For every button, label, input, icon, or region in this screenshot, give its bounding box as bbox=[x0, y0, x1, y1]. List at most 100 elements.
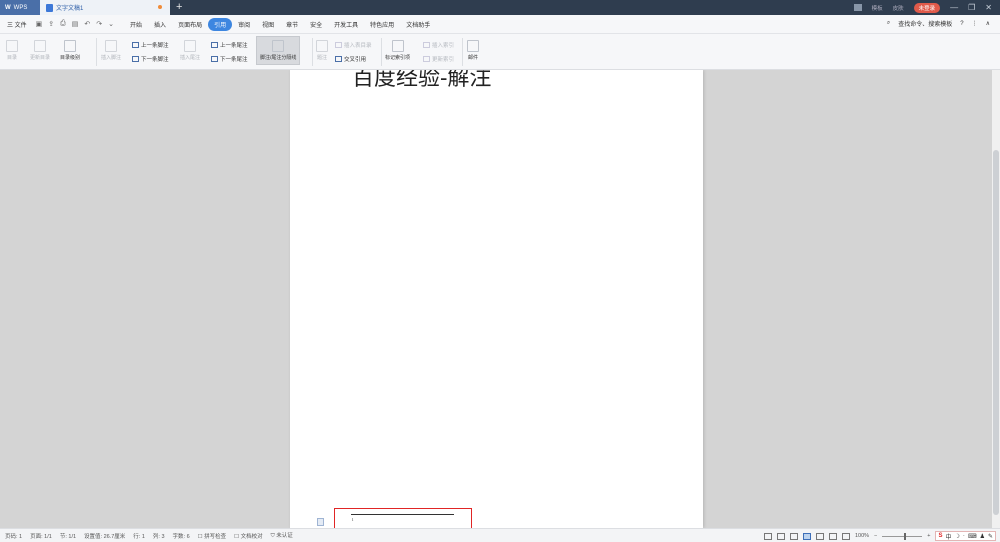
page-view-icon[interactable] bbox=[802, 532, 811, 540]
prev-footnote-icon bbox=[132, 42, 139, 48]
update-toc-label: 更新目录 bbox=[30, 55, 51, 61]
tab-insert[interactable]: 插入 bbox=[148, 18, 172, 31]
reading-view-icon[interactable] bbox=[776, 532, 785, 540]
ime-language[interactable]: 中 bbox=[946, 532, 952, 541]
wps-app-label: WPS bbox=[13, 4, 28, 11]
tab-developer[interactable]: 开发工具 bbox=[328, 18, 364, 31]
status-word-count[interactable]: 字数: 6 bbox=[173, 532, 190, 540]
command-search[interactable]: 查找命令、搜索模板 bbox=[898, 19, 952, 28]
next-footnote-icon bbox=[132, 56, 139, 62]
next-endnote-icon bbox=[211, 56, 218, 62]
document-tab[interactable]: 文字文稿1 bbox=[40, 0, 170, 15]
spell-check-button[interactable]: ☐ 拼写检查 bbox=[198, 532, 226, 540]
wrench-icon[interactable]: ✎ bbox=[988, 533, 993, 540]
new-tab-button[interactable]: + bbox=[176, 1, 182, 13]
fullscreen-view-icon[interactable] bbox=[763, 532, 772, 540]
tab-security[interactable]: 安全 bbox=[304, 18, 328, 31]
toc-level-label: 目录级别 bbox=[60, 55, 81, 61]
punctuation-icon[interactable]: · bbox=[963, 533, 965, 539]
search-icon[interactable]: ⌕ bbox=[887, 20, 890, 27]
status-section[interactable]: 节: 1/1 bbox=[60, 532, 76, 540]
mail-button[interactable]: 邮件 bbox=[467, 40, 479, 61]
help-button[interactable]: ? bbox=[960, 21, 963, 27]
insert-footnote-button[interactable]: 插入脚注 bbox=[101, 40, 121, 61]
close-button[interactable]: ✕ bbox=[985, 3, 992, 12]
preview-icon[interactable]: ▤ bbox=[72, 20, 79, 28]
footnote-separator-button[interactable]: 脚注/尾注分隔线 bbox=[256, 36, 301, 65]
vertical-scrollbar[interactable] bbox=[992, 70, 1000, 528]
insert-index-button[interactable]: 插入索引 bbox=[423, 41, 454, 49]
user-icon[interactable]: ♟ bbox=[980, 533, 985, 540]
document-page[interactable]: 百度经验-解注 ɩ bbox=[290, 70, 703, 528]
next-footnote-button[interactable]: 下一条脚注 bbox=[132, 55, 169, 63]
prev-footnote-button[interactable]: 上一条脚注 bbox=[132, 41, 169, 49]
zoom-in-button[interactable]: + bbox=[927, 533, 930, 539]
restore-button[interactable]: ❐ bbox=[968, 3, 975, 12]
tab-doc-assistant[interactable]: 文档助手 bbox=[400, 18, 436, 31]
insert-index-icon bbox=[423, 42, 430, 48]
status-page-number[interactable]: 页码: 1 bbox=[5, 532, 22, 540]
print-icon[interactable]: ⎙ bbox=[60, 20, 66, 28]
prev-endnote-icon bbox=[211, 42, 218, 48]
web-view-icon[interactable] bbox=[828, 532, 837, 540]
next-endnote-button[interactable]: 下一条尾注 bbox=[211, 55, 248, 63]
export-icon[interactable]: ⇪ bbox=[48, 20, 54, 28]
insert-table-of-figures-button[interactable]: 插入表目录 bbox=[335, 41, 372, 49]
caption-button[interactable]: 题注 bbox=[316, 40, 328, 61]
doc-proof-button[interactable]: ☐ 文档校对 bbox=[234, 532, 262, 540]
eye-protection-icon[interactable] bbox=[841, 532, 850, 540]
collapse-ribbon-button[interactable]: ∧ bbox=[986, 20, 990, 27]
keyboard-icon[interactable]: ⌨ bbox=[968, 533, 977, 540]
toc-level-button[interactable]: 目录级别 bbox=[60, 40, 80, 61]
edit-view-icon[interactable] bbox=[789, 532, 798, 540]
wps-app-tab[interactable]: W WPS bbox=[0, 0, 40, 15]
certification-status[interactable]: ⛉ 未认证 bbox=[271, 531, 293, 540]
status-setting-value[interactable]: 设置值: 26.7厘米 bbox=[84, 532, 125, 540]
tab-view[interactable]: 视图 bbox=[256, 18, 280, 31]
save-icon[interactable]: ▣ bbox=[36, 20, 43, 28]
tab-references[interactable]: 引用 bbox=[208, 17, 233, 31]
customize-icon[interactable]: ⌄ bbox=[108, 20, 114, 28]
footnote-area-icon bbox=[317, 518, 324, 526]
zoom-slider[interactable] bbox=[882, 532, 923, 540]
update-toc-button[interactable]: 更新目录 bbox=[30, 40, 50, 61]
ribbon-separator bbox=[381, 38, 382, 66]
tab-page-layout[interactable]: 页面布局 bbox=[172, 18, 208, 31]
cross-reference-button[interactable]: 交叉引用 bbox=[335, 55, 366, 63]
tab-home[interactable]: 开始 bbox=[124, 18, 148, 31]
tab-review[interactable]: 审阅 bbox=[232, 18, 256, 31]
scrollbar-thumb[interactable] bbox=[993, 150, 999, 515]
minimize-button[interactable]: — bbox=[950, 3, 958, 12]
zoom-level[interactable]: 100% bbox=[855, 533, 869, 539]
outline-view-icon[interactable] bbox=[815, 532, 824, 540]
skin-button[interactable]: 皮肤 bbox=[893, 4, 904, 12]
tab-special-apps[interactable]: 特色应用 bbox=[364, 18, 400, 31]
prev-endnote-button[interactable]: 上一条尾注 bbox=[211, 41, 248, 49]
zoom-slider-knob[interactable] bbox=[904, 532, 907, 540]
more-button[interactable]: ⋮ bbox=[972, 20, 978, 27]
insert-endnote-button[interactable]: 插入尾注 bbox=[180, 40, 200, 61]
file-menu[interactable]: 三 文件 bbox=[7, 20, 27, 29]
redo-icon[interactable]: ↷ bbox=[96, 20, 102, 28]
document-tab-label: 文字文稿1 bbox=[56, 6, 84, 12]
document-heading[interactable]: 百度经验-解注 bbox=[352, 70, 491, 92]
doc-proof-label: 文档校对 bbox=[240, 533, 263, 540]
template-button[interactable]: 模板 bbox=[872, 4, 883, 12]
document-canvas[interactable]: 百度经验-解注 ɩ bbox=[0, 70, 1000, 528]
zoom-out-button[interactable]: − bbox=[874, 533, 877, 539]
undo-icon[interactable]: ↶ bbox=[84, 20, 90, 28]
status-column[interactable]: 列: 3 bbox=[153, 532, 165, 540]
tab-chapter[interactable]: 章节 bbox=[280, 18, 304, 31]
update-index-button[interactable]: 更新索引 bbox=[423, 55, 454, 63]
insert-endnote-icon bbox=[184, 40, 196, 52]
mark-index-entry-button[interactable]: 标记索引项 bbox=[385, 40, 410, 61]
toc-button[interactable]: 目录 bbox=[6, 40, 18, 61]
toc-level-icon bbox=[64, 40, 76, 52]
status-row[interactable]: 行: 1 bbox=[133, 532, 145, 540]
moon-icon[interactable]: ☽ bbox=[955, 533, 960, 540]
ime-toolbar[interactable]: S 中 ☽ · ⌨ ♟ ✎ bbox=[935, 531, 996, 541]
login-button[interactable]: 未登录 bbox=[913, 2, 941, 13]
toc-label: 目录 bbox=[6, 55, 17, 61]
window-layout-icon[interactable] bbox=[853, 4, 862, 11]
status-pages[interactable]: 页面: 1/1 bbox=[30, 532, 52, 540]
